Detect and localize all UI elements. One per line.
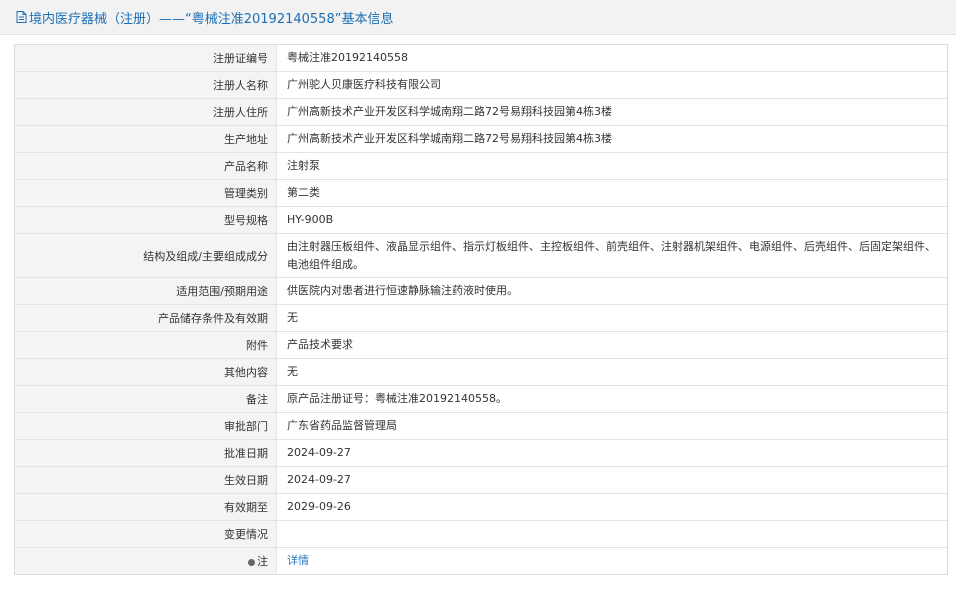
field-value: 第二类 (276, 179, 947, 207)
table-row: 生效日期 2024-09-27 (15, 466, 947, 494)
details-link[interactable]: 详情 (287, 554, 309, 567)
field-label: 注册人名称 (15, 71, 277, 99)
note-label-cell: 注 (15, 547, 277, 574)
table-row: 注册证编号 粤械注准20192140558 (15, 45, 947, 72)
table-row: 型号规格 HY-900B (15, 206, 947, 234)
field-value: 2029-09-26 (276, 493, 947, 521)
table-row: 注册人名称 广州驼人贝康医疗科技有限公司 (15, 71, 947, 99)
table-row: 其他内容 无 (15, 358, 947, 386)
field-value: 原产品注册证号：粤械注准20192140558。 (276, 385, 947, 413)
field-value: 广州驼人贝康医疗科技有限公司 (276, 71, 947, 99)
table-row: 结构及组成/主要组成成分 由注射器压板组件、液晶显示组件、指示灯板组件、主控板组… (15, 233, 947, 278)
field-value: 广州高新技术产业开发区科学城南翔二路72号易翔科技园第4栋3楼 (276, 98, 947, 126)
table-row: 批准日期 2024-09-27 (15, 439, 947, 467)
table-row: 适用范围/预期用途 供医院内对患者进行恒速静脉输注药液时使用。 (15, 277, 947, 305)
field-value: 2024-09-27 (276, 439, 947, 467)
field-label: 有效期至 (15, 493, 277, 521)
note-label: 注 (257, 555, 268, 568)
table-row: 备注 原产品注册证号：粤械注准20192140558。 (15, 385, 947, 413)
table-row: 有效期至 2029-09-26 (15, 493, 947, 521)
table-row: 附件 产品技术要求 (15, 331, 947, 359)
field-value: HY-900B (276, 206, 947, 234)
note-value-cell: 详情 (277, 548, 948, 575)
page-title: 境内医疗器械（注册）——“粤械注准20192140558”基本信息 (29, 11, 394, 27)
field-value: 2024-09-27 (276, 466, 947, 494)
field-label: 产品名称 (15, 152, 277, 180)
field-value: 由注射器压板组件、液晶显示组件、指示灯板组件、主控板组件、前壳组件、注射器机架组… (276, 233, 947, 278)
table-row: 注册人住所 广州高新技术产业开发区科学城南翔二路72号易翔科技园第4栋3楼 (15, 98, 947, 126)
field-label: 审批部门 (15, 412, 277, 440)
field-label: 生产地址 (15, 125, 277, 153)
document-icon (16, 11, 27, 23)
field-label: 其他内容 (15, 358, 277, 386)
field-label: 适用范围/预期用途 (15, 277, 277, 305)
field-value: 产品技术要求 (276, 331, 947, 359)
field-label: 注册证编号 (15, 45, 277, 72)
field-value: 无 (276, 304, 947, 332)
field-label: 型号规格 (15, 206, 277, 234)
page-header: 境内医疗器械（注册）——“粤械注准20192140558”基本信息 (0, 0, 956, 35)
bullet-dot-icon (248, 558, 255, 566)
field-label: 生效日期 (15, 466, 277, 494)
field-label: 结构及组成/主要组成成分 (15, 233, 277, 278)
field-value: 注射泵 (276, 152, 947, 180)
field-label: 注册人住所 (15, 98, 277, 126)
table-row: 产品名称 注射泵 (15, 152, 947, 180)
field-value (276, 520, 947, 548)
field-value: 广州高新技术产业开发区科学城南翔二路72号易翔科技园第4栋3楼 (276, 125, 947, 153)
info-panel: 注册证编号 粤械注准20192140558 注册人名称 广州驼人贝康医疗科技有限… (14, 44, 948, 575)
field-label: 产品储存条件及有效期 (15, 304, 277, 332)
table-row: 审批部门 广东省药品监督管理局 (15, 412, 947, 440)
field-label: 附件 (15, 331, 277, 359)
field-value: 粤械注准20192140558 (276, 45, 947, 72)
field-label: 变更情况 (15, 520, 277, 548)
table-row: 产品储存条件及有效期 无 (15, 304, 947, 332)
table-row: 生产地址 广州高新技术产业开发区科学城南翔二路72号易翔科技园第4栋3楼 (15, 125, 947, 153)
field-label: 批准日期 (15, 439, 277, 467)
field-value: 供医院内对患者进行恒速静脉输注药液时使用。 (276, 277, 947, 305)
field-label: 管理类别 (15, 179, 277, 207)
field-value: 广东省药品监督管理局 (276, 412, 947, 440)
table-row: 管理类别 第二类 (15, 179, 947, 207)
info-table: 注册证编号 粤械注准20192140558 注册人名称 广州驼人贝康医疗科技有限… (15, 45, 947, 574)
field-value: 无 (276, 358, 947, 386)
note-row: 注 详情 (15, 547, 948, 575)
field-label: 备注 (15, 385, 277, 413)
table-row: 变更情况 (15, 520, 947, 548)
